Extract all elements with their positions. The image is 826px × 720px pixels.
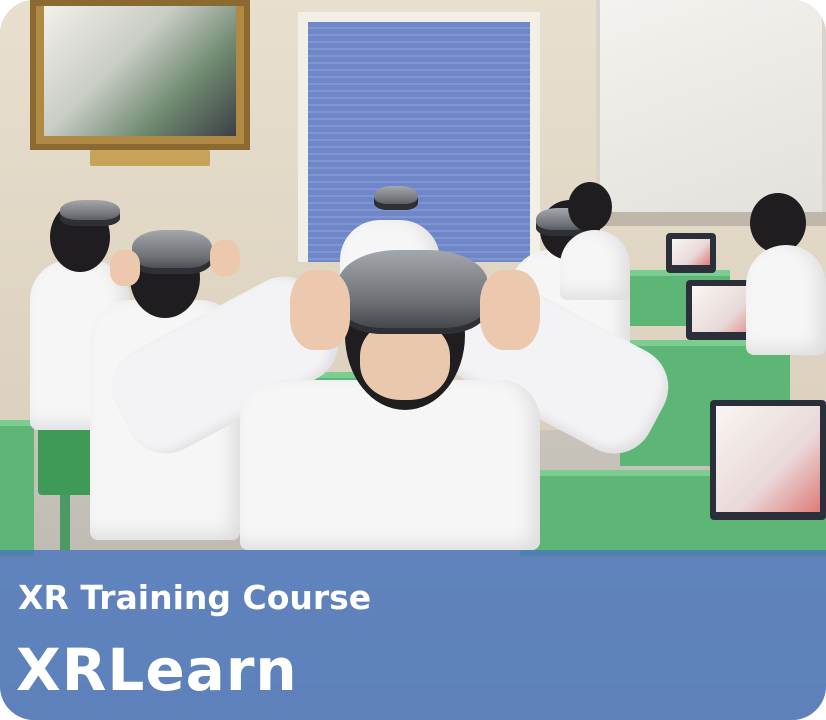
main-student [97, 240, 683, 550]
course-title: XRLearn [16, 636, 298, 704]
student [740, 185, 826, 355]
course-card[interactable]: XR Training Course XRLearn [0, 0, 826, 720]
course-subtitle: XR Training Course [18, 578, 372, 617]
student-hand [290, 270, 350, 350]
vr-headset-icon [338, 250, 488, 334]
vr-headset-icon [374, 186, 418, 210]
student-hair [750, 193, 806, 253]
wall-portrait [30, 0, 250, 150]
laptop [710, 400, 826, 520]
student-shirt [746, 245, 826, 355]
student-hand [480, 270, 540, 350]
desk [0, 420, 34, 556]
portrait-photo [44, 6, 236, 136]
laptop-screen [716, 406, 820, 512]
portrait-plaque [90, 150, 210, 166]
student-hair [568, 182, 612, 232]
